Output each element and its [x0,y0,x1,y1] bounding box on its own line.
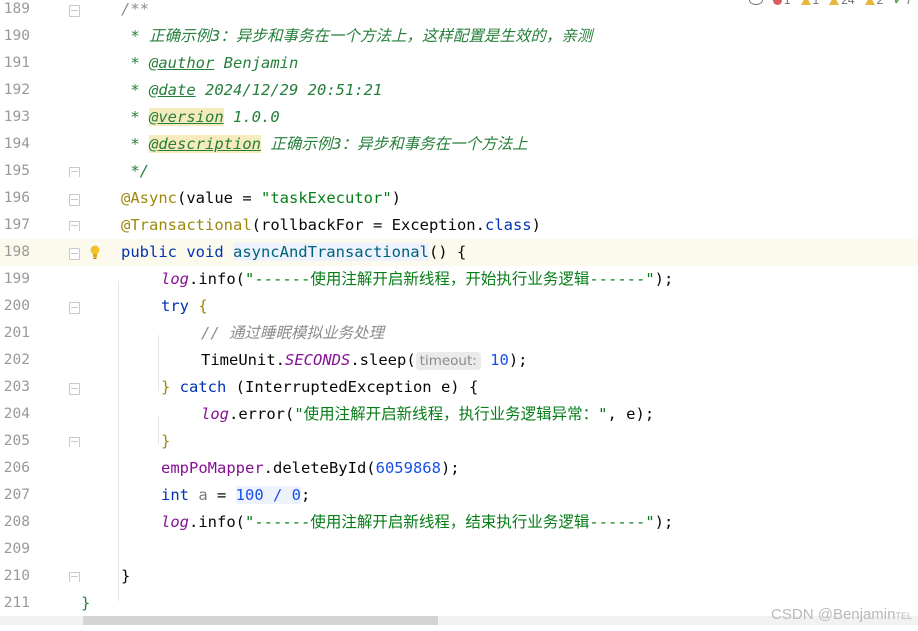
code-text: /** [121,0,149,18]
code-line[interactable]: 193 * @version 1.0.0 [0,104,918,131]
line-number[interactable]: 198 [0,239,30,266]
code-line[interactable]: 202 TimeUnit.SECONDS.sleep(timeout: 10); [0,347,918,374]
code-text: } [161,432,171,450]
line-number[interactable]: 190 [0,23,30,50]
line-number[interactable]: 203 [0,374,30,401]
fold-marker-icon[interactable] [69,302,80,314]
code-editor[interactable]: 1 1 24 2 ✓ 7 189 /** 190 * 正确示例3：异步和事务在一个… [0,0,918,631]
code-line[interactable]: 197 @Transactional(rollbackFor = Excepti… [0,212,918,239]
line-number[interactable]: 209 [0,536,30,563]
code-line[interactable]: 196 @Async(value = "taskExecutor") [0,185,918,212]
fold-end-marker-icon[interactable] [69,572,80,582]
code-line[interactable]: 194 * @description 正确示例3：异步和事务在一个方法上 [0,131,918,158]
code-line[interactable]: 203 } catch (InterruptedException e) { [0,374,918,401]
code-text: int a = 100 / 0; [161,486,311,504]
code-line[interactable]: 192 * @date 2024/12/29 20:51:21 [0,77,918,104]
code-line[interactable]: 207 int a = 100 / 0; [0,482,918,509]
fold-end-marker-icon[interactable] [69,167,80,177]
code-text: } catch (InterruptedException e) { [161,378,479,396]
code-text: } [81,594,91,612]
code-text: */ [121,162,149,180]
code-line[interactable]: 190 * 正确示例3：异步和事务在一个方法上，这样配置是生效的，亲测 [0,23,918,50]
code-text: @Async(value = "taskExecutor") [121,189,401,207]
code-text: * @version 1.0.0 [121,108,280,126]
line-number[interactable]: 201 [0,320,30,347]
line-number[interactable]: 202 [0,347,30,374]
line-number[interactable]: 195 [0,158,30,185]
parameter-hint: timeout: [415,352,481,370]
line-number[interactable]: 206 [0,455,30,482]
code-comment: // 通过睡眠模拟业务处理 [201,324,384,342]
line-number[interactable]: 205 [0,428,30,455]
code-line[interactable]: 191 * @author Benjamin [0,50,918,77]
code-line[interactable]: 200 try { [0,293,918,320]
line-number[interactable]: 211 [0,590,30,617]
line-number[interactable]: 210 [0,563,30,590]
code-line[interactable]: 205 } [0,428,918,455]
code-line[interactable]: 201 // 通过睡眠模拟业务处理 [0,320,918,347]
fold-marker-icon[interactable] [69,5,80,17]
line-number[interactable]: 191 [0,50,30,77]
fold-marker-icon[interactable] [69,383,80,395]
line-number[interactable]: 207 [0,482,30,509]
code-text: * @description 正确示例3：异步和事务在一个方法上 [121,135,528,153]
code-text: empPoMapper.deleteById(6059868); [161,459,460,477]
code-line[interactable]: 209 [0,536,918,563]
code-text: @Transactional(rollbackFor = Exception.c… [121,216,541,234]
code-line[interactable]: 210 } [0,563,918,590]
fold-marker-icon[interactable] [69,248,80,260]
line-number[interactable]: 189 [0,0,30,23]
code-text: } [121,567,131,585]
code-line-current[interactable]: 198 public void asyncAndTransactional() … [0,239,918,266]
code-text: TimeUnit.SECONDS.sleep(timeout: 10); [201,351,528,370]
horizontal-scrollbar-thumb[interactable] [83,616,438,625]
line-number[interactable]: 196 [0,185,30,212]
line-number[interactable]: 193 [0,104,30,131]
fold-marker-icon[interactable] [69,194,80,206]
fold-end-marker-icon[interactable] [69,437,80,447]
code-text: try { [161,297,208,315]
line-number[interactable]: 208 [0,509,30,536]
code-line[interactable]: 195 */ [0,158,918,185]
code-text: log.info("------使用注解开启新线程，结束执行业务逻辑------… [161,513,674,531]
code-line[interactable]: 208 log.info("------使用注解开启新线程，结束执行业务逻辑--… [0,509,918,536]
lightbulb-icon[interactable] [88,244,102,260]
watermark: CSDN @BenjaminTEL [771,606,912,623]
code-text: public void asyncAndTransactional() { [121,243,467,261]
code-line[interactable]: 199 log.info("------使用注解开启新线程，开始执行业务逻辑--… [0,266,918,293]
code-line[interactable]: 206 empPoMapper.deleteById(6059868); [0,455,918,482]
line-number[interactable]: 197 [0,212,30,239]
fold-end-marker-icon[interactable] [69,221,80,231]
code-text: log.info("------使用注解开启新线程，开始执行业务逻辑------… [161,270,674,288]
line-number[interactable]: 200 [0,293,30,320]
code-line[interactable]: 204 log.error("使用注解开启新线程，执行业务逻辑异常：", e); [0,401,918,428]
line-number[interactable]: 192 [0,77,30,104]
line-number[interactable]: 199 [0,266,30,293]
code-text: * @date 2024/12/29 20:51:21 [121,81,383,99]
code-text: * @author Benjamin [121,54,299,72]
line-number[interactable]: 194 [0,131,30,158]
code-text: * 正确示例3：异步和事务在一个方法上，这样配置是生效的，亲测 [121,27,593,45]
code-text: log.error("使用注解开启新线程，执行业务逻辑异常：", e); [201,405,655,423]
line-number[interactable]: 204 [0,401,30,428]
code-line[interactable]: 189 /** [0,0,918,23]
